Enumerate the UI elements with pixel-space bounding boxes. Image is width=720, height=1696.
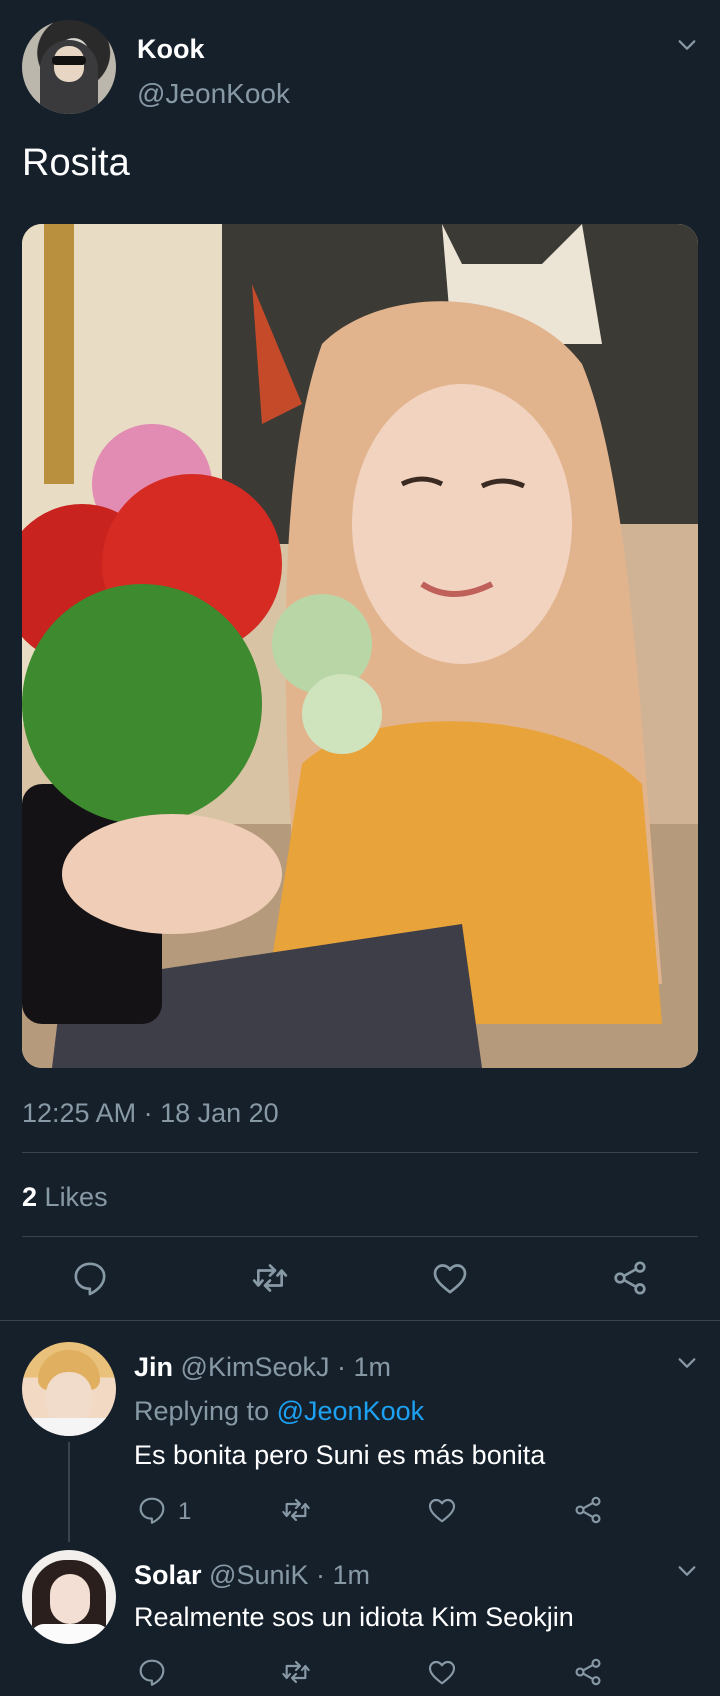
reply-avatar[interactable]	[22, 1342, 116, 1436]
reply-icon[interactable]	[70, 1258, 110, 1298]
reply-author-name[interactable]: Solar	[134, 1560, 202, 1590]
reply-header: Solar @SuniK · 1m	[134, 1560, 370, 1591]
reply-item[interactable]: Solar @SuniK · 1m Realmente sos un idiot…	[0, 1550, 720, 1696]
tweet-header: Kook @JeonKook	[22, 20, 698, 116]
share-icon[interactable]	[572, 1494, 604, 1526]
reply-icon[interactable]	[136, 1494, 168, 1526]
reply-action-bar	[0, 1656, 720, 1692]
reply-author-handle[interactable]: @SuniK	[209, 1560, 308, 1590]
likes-label: Likes	[44, 1182, 108, 1212]
reply-avatar[interactable]	[22, 1550, 116, 1644]
chevron-down-icon[interactable]	[676, 1352, 698, 1374]
reply-item[interactable]: Jin @KimSeokJ · 1m Replying to @JeonKook…	[0, 1342, 720, 1542]
tweet-action-bar	[0, 1252, 720, 1304]
retweet-icon[interactable]	[280, 1494, 312, 1526]
replying-to-mention[interactable]: @JeonKook	[277, 1396, 425, 1426]
reply-icon[interactable]	[136, 1656, 168, 1688]
reply-author-name[interactable]: Jin	[134, 1352, 173, 1382]
author-avatar[interactable]	[22, 20, 116, 114]
like-icon[interactable]	[430, 1258, 470, 1298]
retweet-icon[interactable]	[280, 1656, 312, 1688]
author-handle[interactable]: @JeonKook	[137, 78, 290, 110]
divider	[0, 1320, 720, 1321]
chevron-down-icon[interactable]	[676, 1560, 698, 1582]
retweet-icon[interactable]	[250, 1258, 290, 1298]
reply-count: 1	[178, 1498, 192, 1525]
reply-author-handle[interactable]: @KimSeokJ	[181, 1352, 330, 1382]
reply-header: Jin @KimSeokJ · 1m	[134, 1352, 391, 1383]
tweet-text: Rosita	[22, 142, 130, 184]
reply-time: · 1m	[337, 1352, 391, 1382]
share-icon[interactable]	[610, 1258, 650, 1298]
likes-count: 2	[22, 1182, 38, 1212]
reply-text: Realmente sos un idiota Kim Seokjin	[134, 1602, 574, 1632]
likes-summary[interactable]: 2 Likes	[22, 1182, 108, 1213]
replying-to-prefix: Replying to	[134, 1396, 270, 1426]
author-name[interactable]: Kook	[137, 34, 205, 65]
like-icon[interactable]	[426, 1494, 458, 1526]
chevron-down-icon[interactable]	[676, 34, 698, 56]
divider	[22, 1152, 698, 1153]
like-icon[interactable]	[426, 1656, 458, 1688]
share-icon[interactable]	[572, 1656, 604, 1688]
reply-time: · 1m	[316, 1560, 371, 1590]
reply-action-bar: 1	[0, 1494, 720, 1530]
replying-to: Replying to @JeonKook	[134, 1396, 424, 1427]
tweet-timestamp[interactable]: 12:25 AM · 18 Jan 20	[22, 1098, 279, 1129]
divider	[22, 1236, 698, 1237]
tweet-detail-page: Kook @JeonKook Rosita 12:25 AM · 18 Jan …	[0, 0, 720, 1696]
tweet-photo[interactable]	[22, 224, 698, 1068]
reply-text: Es bonita pero Suni es más bonita	[134, 1440, 546, 1470]
